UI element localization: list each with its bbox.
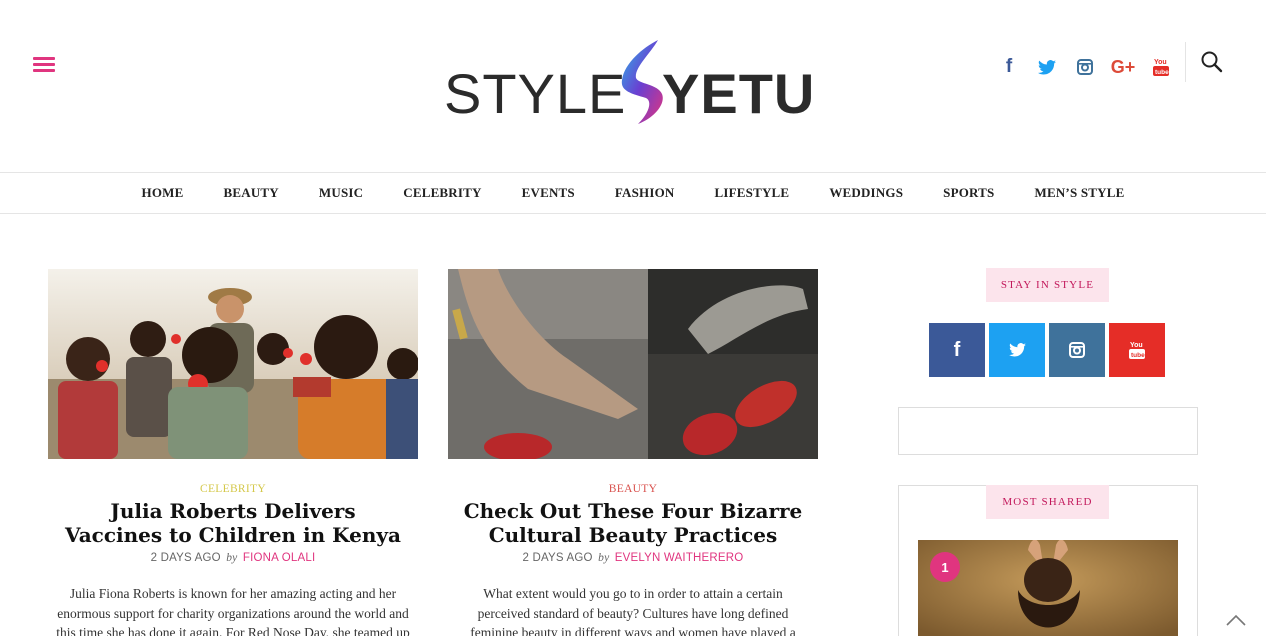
menu-icon[interactable]: [33, 57, 55, 73]
youtube-icon[interactable]: You tube: [1142, 56, 1180, 78]
site-header: STYLE YETU f G+ You tube: [0, 0, 1266, 172]
article-by: by: [598, 552, 610, 564]
nav-home[interactable]: HOME: [142, 185, 184, 201]
article-title[interactable]: Check Out These Four Bizarre Cultural Be…: [448, 499, 818, 547]
facebook-icon[interactable]: f: [990, 56, 1028, 78]
instagram-icon[interactable]: [1066, 56, 1104, 78]
nav-mens-style[interactable]: MEN’S STYLE: [1034, 185, 1124, 201]
svg-text:tube: tube: [1131, 352, 1145, 359]
rank-badge: 1: [930, 552, 960, 582]
nav-weddings[interactable]: WEDDINGS: [829, 185, 903, 201]
article-meta: 2 DAYS AGO by EVELYN WAITHERERO: [448, 552, 818, 564]
article-time: 2 DAYS AGO: [150, 552, 221, 564]
article-excerpt: Julia Fiona Roberts is known for her ama…: [56, 586, 410, 636]
svg-text:You: You: [1130, 342, 1143, 349]
nav-music[interactable]: MUSIC: [319, 185, 363, 201]
twitter-icon[interactable]: [989, 323, 1045, 377]
nav-beauty[interactable]: BEAUTY: [224, 185, 279, 201]
most-shared-heading: MOST SHARED: [986, 485, 1109, 519]
article-card: BEAUTY Check Out These Four Bizarre Cult…: [448, 269, 818, 636]
article-category[interactable]: CELEBRITY: [48, 483, 418, 495]
main-nav: HOME BEAUTY MUSIC CELEBRITY EVENTS FASHI…: [0, 172, 1266, 214]
sidebar-social-buttons: f You tube: [929, 323, 1165, 377]
twitter-icon[interactable]: [1028, 56, 1066, 78]
facebook-icon[interactable]: f: [929, 323, 985, 377]
article-excerpt: What extent would you go to in order to …: [470, 586, 796, 636]
article-card: CELEBRITY Julia Roberts Delivers Vaccine…: [48, 269, 418, 636]
sidebar-widget-empty: [898, 407, 1198, 455]
stay-in-style-heading: STAY IN STYLE: [986, 268, 1109, 302]
header-divider: [1185, 42, 1186, 82]
nav-fashion[interactable]: FASHION: [615, 185, 675, 201]
article-category[interactable]: BEAUTY: [448, 483, 818, 495]
svg-text:tube: tube: [1155, 69, 1169, 76]
svg-text:You: You: [1154, 59, 1167, 66]
logo-text-style: STYLE: [444, 62, 627, 125]
search-icon[interactable]: [1200, 50, 1224, 74]
article-by: by: [226, 552, 238, 564]
nav-celebrity[interactable]: CELEBRITY: [403, 185, 481, 201]
logo-text-yetu: YETU: [662, 62, 816, 125]
article-image[interactable]: [448, 269, 818, 459]
instagram-icon[interactable]: [1049, 323, 1105, 377]
youtube-icon[interactable]: You tube: [1109, 323, 1165, 377]
nav-events[interactable]: EVENTS: [522, 185, 575, 201]
article-author[interactable]: EVELYN WAITHERERO: [615, 552, 744, 564]
site-logo[interactable]: STYLE YETU: [444, 38, 820, 128]
google-plus-icon[interactable]: G+: [1104, 56, 1142, 78]
article-author[interactable]: FIONA OLALI: [243, 552, 316, 564]
article-image[interactable]: [48, 269, 418, 459]
most-shared-image[interactable]: [918, 540, 1178, 636]
chevron-up-icon[interactable]: [1224, 610, 1248, 630]
article-meta: 2 DAYS AGO by FIONA OLALI: [48, 552, 418, 564]
nav-sports[interactable]: SPORTS: [943, 185, 994, 201]
article-time: 2 DAYS AGO: [522, 552, 593, 564]
article-title[interactable]: Julia Roberts Delivers Vaccines to Child…: [48, 499, 418, 547]
header-social-links: f G+ You tube: [990, 56, 1180, 78]
nav-lifestyle[interactable]: LIFESTYLE: [715, 185, 790, 201]
